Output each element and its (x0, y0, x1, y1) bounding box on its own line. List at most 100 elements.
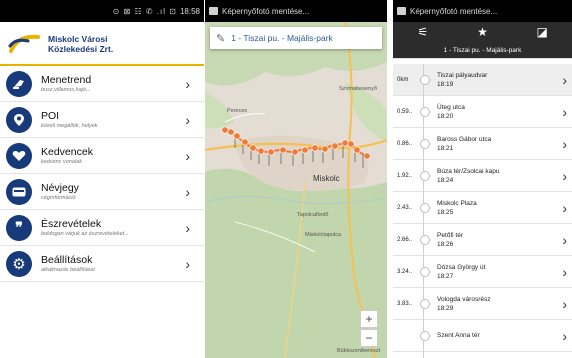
stop-time: 18:27 (437, 272, 454, 280)
menu-subtitle: kedvenc vonalak (41, 158, 82, 165)
stop-dot (420, 266, 430, 277)
pencil-icon: ✎ (216, 32, 226, 45)
chevron-right-icon: › (562, 231, 567, 248)
stop-name: Tiszai pályaudvar (437, 71, 488, 79)
brand-header: Miskolc Városi Közlekedési Zrt. (0, 22, 204, 66)
menu-title: Menetrend (41, 73, 92, 86)
status-bar: Képernyőfotó mentése... (205, 0, 387, 22)
stop-dot (420, 74, 430, 85)
menu-subtitle: cégínformáció (41, 194, 76, 201)
screenshot-notification-icon (209, 7, 218, 15)
stop-name: Miskolc Plaza (437, 199, 477, 207)
stop-row[interactable]: 1.92.. Búza tér/Zsolcai kapu 18:24 › (393, 160, 572, 192)
zoom-in-button[interactable]: + (360, 310, 378, 328)
quote-icon: ❞ (6, 214, 32, 241)
brand-line2: Közlekedési Zrt. (48, 44, 114, 54)
stop-name: Szent Anna tér (437, 332, 480, 339)
route-name: 1 - Tiszai pu. - Majális-park (231, 33, 333, 43)
chevron-right-icon: › (562, 295, 567, 312)
stop-dot (420, 330, 430, 341)
status-icons: ⊙ ⊠ ☷ ✆ .ıl ⊡ (112, 6, 177, 16)
stop-row[interactable]: 0.59.. Üteg utca 18:20 › (393, 96, 572, 128)
stop-time: 18:19 (437, 80, 454, 88)
heart-icon (6, 142, 32, 169)
chevron-right-icon: › (185, 219, 190, 236)
stop-dot (420, 234, 430, 245)
status-time: 18:58 (179, 6, 200, 16)
chevron-right-icon: › (562, 167, 567, 184)
screenshot-collage: ⊙ ⊠ ☷ ✆ .ıl ⊡ 18:58 Miskolc Városi Közle… (0, 0, 572, 358)
stop-distance: 1.92.. (397, 172, 413, 179)
menu-item-eszrevetelek[interactable]: ❞ Észrevételek boldogan várjuk az észrev… (0, 210, 204, 246)
stop-dot (420, 138, 430, 149)
stop-time: 18:24 (437, 176, 454, 184)
zoom-out-button[interactable]: − (360, 329, 378, 347)
menu-title: Kedvencek (41, 145, 93, 158)
menu-title: Beállítások (41, 253, 93, 266)
card-icon (6, 178, 32, 205)
status-bar: Képernyőfotó mentése... (393, 0, 572, 22)
star-icon[interactable]: ★ (462, 25, 502, 39)
menu-item-kedvencek[interactable]: Kedvencek kedvenc vonalak › (0, 138, 204, 174)
map-label-szirmabesenyo: Szirmabesenyő (339, 86, 377, 92)
map-canvas (205, 22, 387, 358)
status-notification: Képernyőfotó mentése... (410, 6, 498, 16)
stop-time: 18:25 (437, 208, 454, 216)
main-menu-screen: ⊙ ⊠ ☷ ✆ .ıl ⊡ 18:58 Miskolc Városi Közle… (0, 0, 204, 358)
location-pin-icon (6, 106, 32, 133)
mvk-logo-icon (8, 29, 46, 59)
stop-name: Vologda városrész (437, 295, 491, 303)
status-bar: ⊙ ⊠ ☷ ✆ .ıl ⊡ 18:58 (0, 0, 204, 22)
stop-distance: 2.43.. (397, 204, 413, 211)
stop-time: 18:21 (437, 144, 454, 152)
menu-subtitle: közeli megállók, helyek (41, 122, 98, 129)
settings-icon: ⚙ (6, 250, 32, 277)
stop-time: 18:29 (437, 304, 454, 312)
menu-title: POI (41, 109, 60, 122)
menu-subtitle: alkalmazás beállításai (41, 266, 95, 273)
stop-dot (420, 106, 430, 117)
menu-title: Észrevételek (41, 217, 102, 230)
map-label-pereces: Pereces (227, 108, 248, 114)
chevron-right-icon: › (185, 255, 190, 272)
main-menu: Menetrend busz,villamos,hajó... › POI kö… (0, 66, 204, 282)
brand-line1: Miskolc Városi (48, 34, 108, 44)
stop-row[interactable]: Szent Anna tér › (393, 320, 572, 352)
map-toggle-icon[interactable]: ◪ (522, 25, 562, 39)
stop-dot (420, 202, 430, 213)
stop-name: Búza tér/Zsolcai kapu (437, 167, 500, 175)
menu-item-menetrend[interactable]: Menetrend busz,villamos,hajó... › (0, 66, 204, 102)
menu-item-beallitasok[interactable]: ⚙ Beállítások alkalmazás beállításai › (0, 246, 204, 282)
stop-row[interactable]: 2.66.. Petőfi tér 18:26 › (393, 224, 572, 256)
chevron-right-icon: › (562, 103, 567, 120)
chevron-right-icon: › (562, 263, 567, 280)
chevron-right-icon: › (562, 327, 567, 344)
stop-row[interactable]: 3.83.. Vologda városrész 18:29 › (393, 288, 572, 320)
menu-item-nevjegy[interactable]: Névjegy cégínformáció › (0, 174, 204, 210)
filter-icon[interactable]: ⚟ (403, 25, 443, 39)
stop-row[interactable]: 3.24.. Dózsa György út 18:27 › (393, 256, 572, 288)
stop-name: Dózsa György út (437, 263, 486, 271)
stops-list: 0km Tiszai pályaudvar 18:19 › 0.59.. Üte… (393, 64, 572, 352)
menu-item-poi[interactable]: POI közeli megállók, helyek › (0, 102, 204, 138)
stop-name: Petőfi tér (437, 231, 464, 239)
stop-distance: 2.66.. (397, 236, 413, 243)
route-title: 1 - Tiszai pu. - Majális-park (393, 42, 572, 59)
stop-row[interactable]: 0.86.. Baross Gábor utca 18:21 › (393, 128, 572, 160)
route-search-bar[interactable]: ✎ 1 - Tiszai pu. - Majális-park (210, 27, 382, 49)
stop-dot (420, 170, 430, 181)
stop-distance: 0.59.. (397, 108, 413, 115)
chevron-right-icon: › (562, 71, 567, 88)
stop-dot (420, 298, 430, 309)
route-map[interactable]: Pereces Szirmabesenyő Miskolc Tapolcafür… (205, 22, 387, 358)
status-indicators: ⊙ ⊠ ☷ ✆ .ıl ⊡ 18:58 (113, 7, 200, 16)
map-label-miskolctapolca: Miskolctapolca (305, 232, 342, 238)
menu-title: Névjegy (41, 181, 79, 194)
menu-subtitle: busz,villamos,hajó... (41, 86, 91, 93)
stop-row[interactable]: 2.43.. Miskolc Plaza 18:25 › (393, 192, 572, 224)
chevron-right-icon: › (562, 135, 567, 152)
stop-row[interactable]: 0km Tiszai pályaudvar 18:19 › (393, 64, 572, 96)
stops-screen: Képernyőfotó mentése... ⚟ ★ ◪ 1 - Tiszai… (393, 0, 572, 358)
stop-time: 18:20 (437, 112, 454, 120)
stop-distance: 3.24.. (397, 268, 413, 275)
